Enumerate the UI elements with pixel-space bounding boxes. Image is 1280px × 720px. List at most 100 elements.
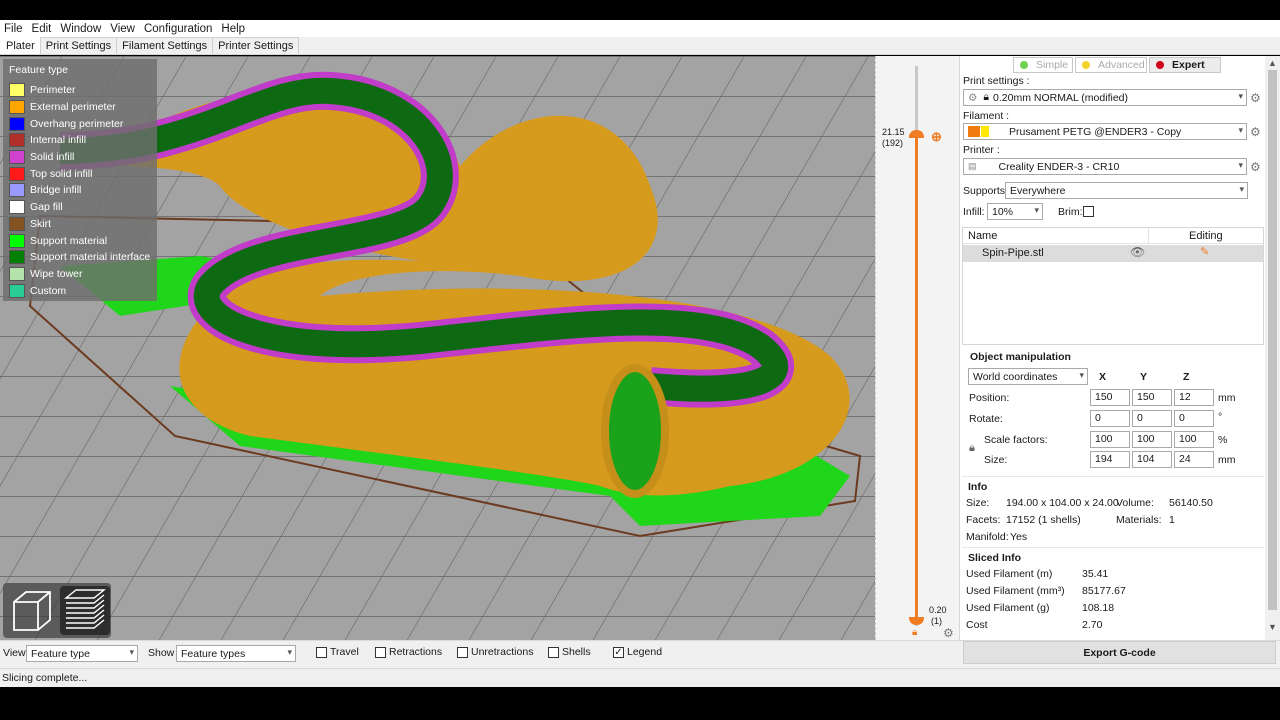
settings-gear-icon[interactable]: ⚙ [943,626,954,640]
menu-file[interactable]: File [4,23,23,35]
menu-window[interactable]: Window [60,23,101,35]
mode-simple-button[interactable]: Simple [1013,57,1073,73]
legend-checkbox[interactable]: ✓ [613,647,624,658]
position-y-input[interactable]: 150 [1132,389,1172,406]
rotate-unit: ° [1218,411,1223,423]
position-z-input[interactable]: 12 [1174,389,1214,406]
printer-select[interactable]: ▤ Creality ENDER-3 - CR10 ▾ [963,158,1247,175]
brim-label: Brim: [1058,206,1083,218]
layers-view-icon[interactable] [60,586,110,635]
simple-mode-dot-icon [1020,61,1028,69]
legend-item: Support material [9,232,151,249]
scrollbar-thumb[interactable] [1268,70,1277,610]
chevron-down-icon: ▾ [129,647,134,657]
list-item[interactable]: Spin-Pipe.stl 👁︎ ✎ [963,245,1263,262]
chevron-down-icon: ▾ [1238,125,1243,135]
show-select[interactable]: Feature types ▾ [176,645,296,662]
menu-configuration[interactable]: Configuration [144,23,212,35]
scale-lock-icon[interactable]: 🔒︎ [969,442,975,455]
expert-mode-dot-icon [1156,61,1164,69]
scroll-up-icon[interactable]: ▲ [1268,58,1277,68]
scroll-down-icon[interactable]: ▼ [1268,622,1277,632]
pipe-cut-end [601,364,669,498]
chevron-down-icon: ▾ [287,647,292,657]
size-z-input[interactable]: 24 [1174,451,1214,468]
retractions-label: Retractions [389,646,443,658]
brim-checkbox[interactable] [1083,206,1094,217]
legend-item: External perimeter [9,99,151,116]
tab-filament-settings[interactable]: Filament Settings [116,37,214,54]
bottom-layer-number: (1) [931,616,942,626]
tab-plater[interactable]: Plater [0,37,41,54]
filament-select[interactable]: Prusament PETG @ENDER3 - Copy ▾ [963,123,1247,140]
3d-view-cube-icon[interactable] [6,586,56,635]
lock-icon[interactable]: 🔒︎ [912,627,917,638]
view-type-select[interactable]: Feature type ▾ [26,645,138,662]
scale-label: Scale factors: [984,434,1048,446]
column-name[interactable]: Name [968,230,997,242]
legend-swatch [9,283,25,298]
info-facets-label: Facets: [966,514,1001,526]
mode-expert-button[interactable]: Expert [1149,57,1221,73]
advanced-mode-dot-icon [1082,61,1090,69]
mode-advanced-button[interactable]: Advanced [1075,57,1147,73]
coordinates-select[interactable]: World coordinates ▾ [968,368,1088,385]
axis-z-label: Z [1183,371,1190,383]
tab-bar: Plater Print Settings Filament Settings … [0,37,1280,55]
info-materials-label: Materials: [1116,514,1162,526]
position-x-input[interactable]: 150 [1090,389,1130,406]
rotate-x-input[interactable]: 0 [1090,410,1130,427]
edit-settings-icon[interactable]: ✎ [1200,245,1209,258]
bottom-layer-value: 0.20 [929,605,947,615]
rotate-y-input[interactable]: 0 [1132,410,1172,427]
filament-gear-icon[interactable]: ⚙ [1250,126,1262,138]
sliced-row-value: 108.18 [1082,602,1115,614]
axis-y-label: Y [1140,371,1148,383]
infill-select[interactable]: 10% ▾ [987,203,1043,220]
shells-checkbox[interactable] [548,647,559,658]
sidebar-scrollbar[interactable]: ▲ ▼ [1265,56,1280,640]
shells-label: Shells [562,646,591,658]
add-plus-icon[interactable]: ⊕ [931,129,942,145]
legend-swatch [9,200,25,215]
show-label: Show [148,647,175,659]
export-gcode-button[interactable]: Export G-code [963,641,1276,664]
scale-z-input[interactable]: 100 [1174,431,1214,448]
legend-item: Perimeter [9,82,151,99]
bottom-thumb[interactable] [909,617,924,625]
sliced-row-label: Used Filament (m) [966,568,1053,580]
print-settings-gear-icon[interactable]: ⚙ [1250,92,1262,104]
feature-type-legend: Feature type Perimeter External perimete… [3,59,157,301]
legend-item: Support material interface [9,249,151,266]
supports-select[interactable]: Everywhere ▾ [1005,182,1248,199]
size-x-input[interactable]: 194 [1090,451,1130,468]
info-volume-label: Volume: [1116,497,1154,509]
rotate-z-input[interactable]: 0 [1174,410,1214,427]
menu-help[interactable]: Help [221,23,245,35]
info-size-value: 194.00 x 104.00 x 24.00 [1006,497,1119,509]
preset-lock-icon: 🔒︎ [983,91,990,103]
printer-gear-icon[interactable]: ⚙ [1250,161,1262,173]
info-size-label: Size: [966,497,990,509]
legend-item: Skirt [9,216,151,233]
size-y-input[interactable]: 104 [1132,451,1172,468]
scale-x-input[interactable]: 100 [1090,431,1130,448]
top-thumb[interactable] [909,130,924,138]
menu-view[interactable]: View [110,23,135,35]
retractions-checkbox[interactable] [375,647,386,658]
print-settings-select[interactable]: ⚙ 🔒︎ 0.20mm NORMAL (modified) ▾ [963,89,1247,106]
scale-unit: % [1218,434,1228,446]
info-volume-value: 56140.50 [1169,497,1213,509]
legend-item: Bridge infill [9,182,151,199]
legend-label: Legend [627,646,663,658]
scale-y-input[interactable]: 100 [1132,431,1172,448]
eye-icon[interactable]: 👁︎ [1130,245,1145,259]
menu-edit[interactable]: Edit [32,23,52,35]
tab-printer-settings[interactable]: Printer Settings [212,37,300,54]
unretractions-checkbox[interactable] [457,647,468,658]
top-layer-number: (192) [882,138,904,148]
travel-checkbox[interactable] [316,647,327,658]
tab-print-settings[interactable]: Print Settings [39,37,118,54]
column-editing[interactable]: Editing [1189,230,1223,242]
legend-title: Feature type [9,64,68,76]
